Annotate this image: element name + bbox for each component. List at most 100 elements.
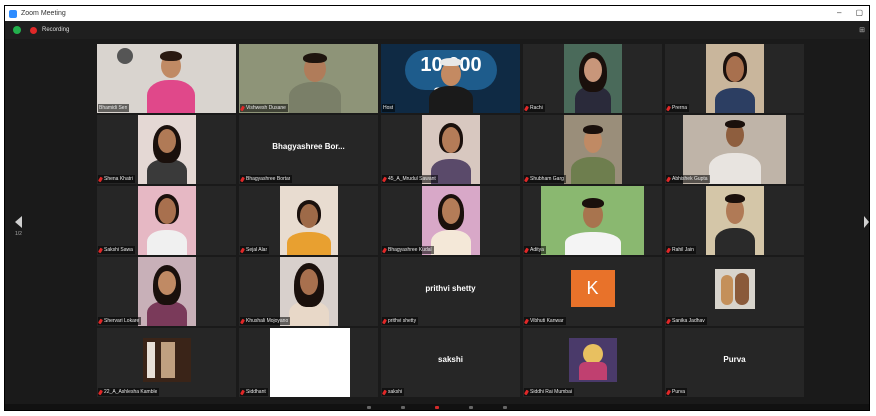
participant-tile[interactable]: Khushali Mojoyano bbox=[239, 257, 378, 326]
muted-mic-icon bbox=[381, 176, 388, 182]
participant-tile[interactable]: Bhagyashree Kudal bbox=[381, 186, 520, 255]
zoom-app-icon bbox=[9, 9, 17, 18]
participant-tile[interactable]: Abhishek Gupta bbox=[665, 115, 804, 184]
participant-tile[interactable]: Sakshi Sawa bbox=[97, 186, 236, 255]
muted-mic-icon bbox=[239, 389, 246, 395]
previous-page-button[interactable]: 1/2 bbox=[15, 216, 22, 237]
participant-name: Aditya bbox=[530, 247, 544, 253]
participant-display-name: Bhagyashree Bor... bbox=[272, 142, 345, 151]
recording-label: Recording bbox=[42, 27, 70, 33]
participant-tile[interactable]: Rahil Jain bbox=[665, 186, 804, 255]
participant-name: Sakshi Sawa bbox=[104, 247, 133, 253]
participant-name: Vishwesh Dusane bbox=[246, 105, 286, 111]
participant-name-plate: sakshi bbox=[381, 388, 405, 396]
participant-tile[interactable]: Purva Purva bbox=[665, 328, 804, 397]
participant-tile[interactable]: Shervari Lokare bbox=[97, 257, 236, 326]
participant-name-plate: Purva bbox=[665, 388, 688, 396]
participant-name: sakshi bbox=[388, 389, 403, 395]
chat-icon[interactable] bbox=[503, 405, 507, 409]
muted-mic-icon bbox=[97, 389, 104, 395]
participant-name: 45_A_Mrudul Sawant bbox=[388, 176, 436, 182]
participant-tile[interactable]: Shena Khatri bbox=[97, 115, 236, 184]
participant-name: 22_A_Ashlesha Kamble bbox=[104, 389, 158, 395]
maximize-icon[interactable]: ▢ bbox=[855, 8, 863, 17]
participant-tile[interactable]: Rachi bbox=[523, 44, 662, 113]
profile-picture bbox=[714, 269, 755, 309]
zoom-window: Zoom Meeting – ▢ Recording ⊞ 1/2 Bhamidi… bbox=[4, 5, 870, 411]
profile-picture bbox=[568, 338, 617, 382]
participant-tile[interactable]: Vishwesh Dusane bbox=[239, 44, 378, 113]
participant-tile[interactable]: K Vibhuti Kanwar bbox=[523, 257, 662, 326]
muted-mic-icon bbox=[381, 247, 388, 253]
muted-mic-icon bbox=[97, 247, 104, 253]
participant-name-plate: Khushali Mojoyano bbox=[239, 317, 291, 325]
participant-tile[interactable]: 22_A_Ashlesha Kamble bbox=[97, 328, 236, 397]
participant-tile[interactable]: Shubham Garg bbox=[523, 115, 662, 184]
participant-video bbox=[279, 257, 338, 326]
muted-mic-icon bbox=[239, 247, 246, 253]
participant-video bbox=[421, 115, 480, 184]
participant-name: prithvi shetty bbox=[388, 318, 417, 324]
participant-name-plate: Rachi bbox=[523, 104, 545, 112]
participant-tile[interactable]: Bhamidi Sen bbox=[97, 44, 236, 113]
participant-name: Abhishek Gupta bbox=[672, 176, 708, 182]
participant-name-plate: Bhagyashree Bortar bbox=[239, 175, 293, 183]
security-shield-icon[interactable] bbox=[13, 26, 21, 34]
participant-video bbox=[541, 186, 644, 255]
participant-tile-active-speaker[interactable]: 10,000 Subs Host bbox=[381, 44, 520, 113]
participant-tile[interactable]: sakshi sakshi bbox=[381, 328, 520, 397]
muted-mic-icon bbox=[381, 389, 388, 395]
muted-mic-icon bbox=[665, 176, 672, 182]
participant-tile[interactable]: Sejal Alar bbox=[239, 186, 378, 255]
video-icon[interactable] bbox=[401, 405, 405, 409]
participant-name-plate: 22_A_Ashlesha Kamble bbox=[97, 388, 160, 396]
participant-tile[interactable]: Siddhi Rai Mumbai bbox=[523, 328, 662, 397]
minimize-icon[interactable]: – bbox=[837, 8, 841, 17]
muted-mic-icon bbox=[381, 318, 388, 324]
participant-tile[interactable]: Bhagyashree Bor... Bhagyashree Bortar bbox=[239, 115, 378, 184]
meeting-toolbar bbox=[5, 404, 869, 410]
participant-video bbox=[705, 44, 764, 113]
participant-name-plate: Sejal Alar bbox=[239, 246, 270, 254]
participant-name: Sejal Alar bbox=[246, 247, 268, 253]
participant-name-plate: prithvi shetty bbox=[381, 317, 419, 325]
participant-tile[interactable]: Sanika Jadhav bbox=[665, 257, 804, 326]
muted-mic-icon bbox=[665, 105, 672, 111]
participant-tile[interactable]: Prerna bbox=[665, 44, 804, 113]
muted-mic-icon bbox=[665, 318, 672, 324]
participant-name: Shervari Lokare bbox=[104, 318, 140, 324]
participant-tile[interactable]: Aditya bbox=[523, 186, 662, 255]
participant-name: Bhagyashree Bortar bbox=[246, 176, 291, 182]
participant-name-plate: Shena Khatri bbox=[97, 175, 135, 183]
muted-mic-icon bbox=[523, 318, 530, 324]
muted-mic-icon bbox=[523, 105, 530, 111]
next-page-button[interactable] bbox=[864, 216, 869, 228]
muted-mic-icon bbox=[523, 389, 530, 395]
participant-tile[interactable]: Siddhant bbox=[239, 328, 378, 397]
participant-name: Bhamidi Sen bbox=[99, 105, 128, 111]
muted-mic-icon bbox=[665, 389, 672, 395]
chevron-left-icon bbox=[15, 216, 22, 228]
participant-name: Sanika Jadhav bbox=[672, 318, 705, 324]
participant-tile[interactable]: prithvi shetty prithvi shetty bbox=[381, 257, 520, 326]
participant-name-plate: Prerna bbox=[665, 104, 690, 112]
muted-mic-icon bbox=[97, 176, 104, 182]
participant-video: 10,000 Subs bbox=[381, 44, 520, 113]
participant-video bbox=[683, 115, 786, 184]
gallery-grid: Bhamidi Sen Vishwesh Dusane 10,000 bbox=[97, 44, 804, 397]
participant-name: Vibhuti Kanwar bbox=[530, 318, 564, 324]
view-layout-icon[interactable]: ⊞ bbox=[859, 26, 865, 34]
participants-icon[interactable] bbox=[469, 405, 473, 409]
participant-name: Host bbox=[383, 105, 394, 111]
participant-tile[interactable]: 45_A_Mrudul Sawant bbox=[381, 115, 520, 184]
muted-mic-icon bbox=[97, 318, 104, 324]
participant-video bbox=[563, 44, 622, 113]
profile-picture bbox=[142, 338, 191, 382]
participant-video bbox=[137, 186, 196, 255]
mute-icon[interactable] bbox=[367, 405, 371, 409]
meeting-status-bar: Recording ⊞ bbox=[5, 21, 869, 39]
participant-name-plate: Siddhi Rai Mumbai bbox=[523, 388, 574, 396]
participant-name: Shena Khatri bbox=[104, 176, 133, 182]
muted-mic-icon bbox=[523, 176, 530, 182]
participant-name-plate: Abhishek Gupta bbox=[665, 175, 710, 183]
